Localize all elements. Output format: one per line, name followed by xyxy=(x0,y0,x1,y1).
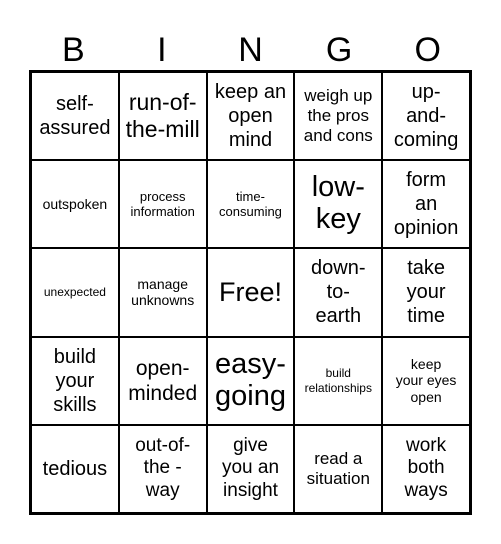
cell-text: process information xyxy=(130,188,195,220)
cell-text: keep your eyes open xyxy=(395,355,457,406)
header-letter-o: O xyxy=(414,31,441,69)
cell-text: open-minded xyxy=(128,356,198,405)
header-letter-i: I xyxy=(157,31,167,69)
bingo-cell[interactable]: build your skills xyxy=(32,337,118,424)
bingo-cell[interactable]: self-assured xyxy=(32,73,118,160)
bingo-cell[interactable]: up-and-coming xyxy=(383,73,469,160)
cell-text: run-of-the-mill xyxy=(125,88,200,143)
bingo-cell[interactable]: keep your eyes open xyxy=(383,337,469,424)
cell-text: unexpected xyxy=(43,285,106,300)
bingo-cell[interactable]: outspoken xyxy=(32,161,118,248)
cell-text: work both ways xyxy=(404,434,448,502)
bingo-card: self-assured run-of-the-mill keep an open… xyxy=(29,70,472,515)
bingo-cell[interactable]: work both ways xyxy=(383,425,469,512)
bingo-cell[interactable]: weigh up the pros and cons xyxy=(295,73,382,160)
bingo-cell[interactable]: run-of-the-mill xyxy=(119,73,206,160)
cell-text: give you an insight xyxy=(221,434,280,502)
bingo-cell[interactable]: unexpected xyxy=(32,249,118,336)
cell-text: build your skills xyxy=(53,345,97,416)
cell-text: weigh up the pros and cons xyxy=(303,85,373,146)
free-space-cell[interactable]: Free! xyxy=(207,249,294,336)
bingo-cell[interactable]: take your time xyxy=(383,249,469,336)
bingo-cell[interactable]: time-consuming xyxy=(207,161,294,248)
bingo-cell[interactable]: keep an open mind xyxy=(207,73,294,160)
cell-text: out-of-the - way xyxy=(135,434,191,502)
bingo-cell[interactable]: give you an insight xyxy=(207,425,294,512)
cell-text: keep an open mind xyxy=(214,81,287,152)
cell-text: tedious xyxy=(42,457,108,480)
bingo-cell[interactable]: form an opinion xyxy=(383,161,469,248)
bingo-cell[interactable]: manage unknowns xyxy=(119,249,206,336)
bingo-cell[interactable]: out-of-the - way xyxy=(119,425,206,512)
bingo-header: B I N G O xyxy=(29,30,472,70)
bingo-cell[interactable]: easy-going xyxy=(207,337,294,424)
bingo-cell[interactable]: low-key xyxy=(295,161,382,248)
cell-text: outspoken xyxy=(42,195,108,212)
cell-text: easy-going xyxy=(215,347,286,412)
cell-text: manage unknowns xyxy=(131,275,195,309)
cell-text: take your time xyxy=(406,257,446,328)
cell-text: time-consuming xyxy=(219,188,282,220)
cell-text: down-to-earth xyxy=(311,257,366,328)
header-letter-n: N xyxy=(238,31,263,69)
bingo-cell[interactable]: tedious xyxy=(32,425,118,512)
header-letter-g: G xyxy=(325,31,353,69)
cell-text: self-assured xyxy=(39,93,111,140)
cell-text: up-and-coming xyxy=(393,81,459,152)
bingo-cell[interactable]: down-to-earth xyxy=(295,249,382,336)
free-space-text: Free! xyxy=(218,277,282,308)
cell-text: form an opinion xyxy=(393,169,459,240)
bingo-cell[interactable]: build relationships xyxy=(295,337,382,424)
cell-text: read a situation xyxy=(306,448,370,488)
cell-text: build relationships xyxy=(304,366,372,395)
bingo-cell[interactable]: process information xyxy=(119,161,206,248)
cell-text: low-key xyxy=(311,171,365,236)
header-letter-b: B xyxy=(61,31,85,69)
bingo-cell[interactable]: read a situation xyxy=(295,425,382,512)
bingo-cell[interactable]: open-minded xyxy=(119,337,206,424)
